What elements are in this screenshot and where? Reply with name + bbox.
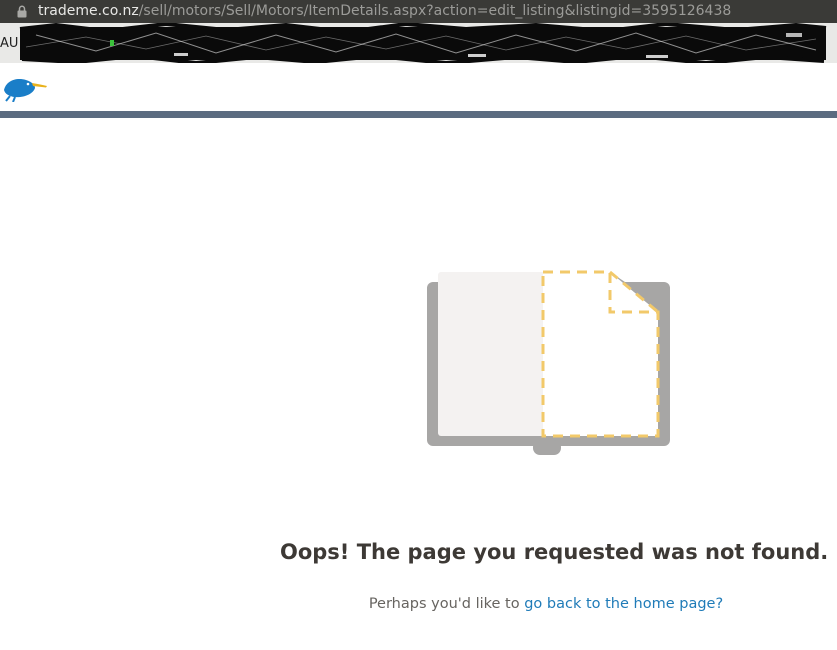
url-text[interactable]: trademe.co.nz/sell/motors/Sell/Motors/It…	[38, 3, 731, 20]
header-divider	[0, 111, 837, 118]
redaction-scribble	[19, 23, 827, 63]
redacted-toolbar: AU	[0, 23, 837, 63]
error-subtitle-prefix: Perhaps you'd like to	[368, 596, 525, 612]
kiwi-bird-icon[interactable]	[0, 72, 48, 102]
home-page-link[interactable]: go back to the home page?	[524, 596, 723, 612]
error-subtitle: Perhaps you'd like to go back to the hom…	[280, 593, 812, 615]
missing-page-book-icon	[427, 270, 670, 455]
site-header	[0, 63, 837, 111]
lock-icon	[17, 5, 27, 18]
address-bar[interactable]: trademe.co.nz/sell/motors/Sell/Motors/It…	[0, 0, 837, 23]
error-title: Oops! The page you requested was not fou…	[280, 540, 829, 564]
url-domain: trademe.co.nz	[38, 3, 139, 19]
url-path: /sell/motors/Sell/Motors/ItemDetails.asp…	[138, 3, 732, 19]
